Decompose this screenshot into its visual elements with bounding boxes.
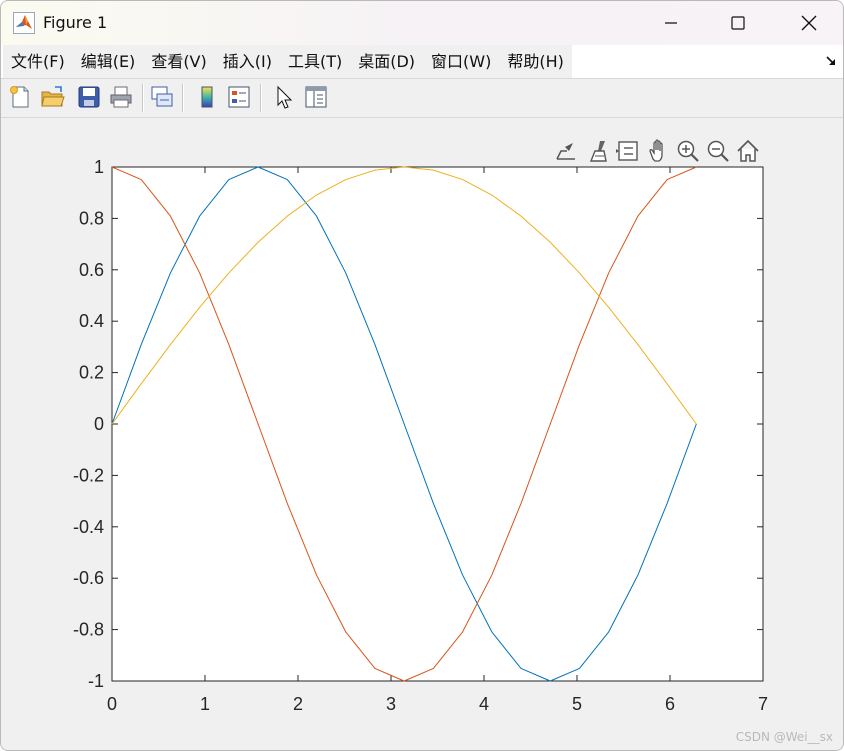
x-tick-label: 5: [572, 694, 582, 714]
y-tick-label: 0.8: [79, 208, 104, 228]
y-tick-label: 0.4: [79, 311, 104, 331]
x-tick-label: 2: [293, 694, 303, 714]
y-tick-label: -1: [88, 671, 104, 691]
line-plot[interactable]: 0 1 2 3 4 5 6 7 -1 -0.8 -0.6 -0.4 -0.2 0 0.2 0.4 0.6 0.8 1: [1, 1, 843, 750]
figure-window: Figure 1 文件(F) 编辑(E) 查看(V) 插入(I) 工具(T) 桌…: [0, 0, 844, 751]
y-tick-label: -0.6: [73, 568, 104, 588]
y-tick-label: 1: [94, 157, 104, 177]
y-tick-label: -0.8: [73, 620, 104, 640]
y-tick-label: 0: [94, 414, 104, 434]
watermark: CSDN @Wei__sx: [735, 730, 833, 744]
x-tick-label: 6: [665, 694, 675, 714]
y-tick-label: 0.6: [79, 260, 104, 280]
x-tick-label: 7: [758, 694, 768, 714]
y-tick-label: 0.2: [79, 363, 104, 383]
x-tick-label: 1: [200, 694, 210, 714]
x-tick-label: 4: [479, 694, 489, 714]
axes-background: [111, 166, 764, 682]
y-tick-label: -0.2: [73, 465, 104, 485]
y-tick-label: -0.4: [73, 517, 104, 537]
x-tick-label: 3: [386, 694, 396, 714]
x-tick-label: 0: [107, 694, 117, 714]
